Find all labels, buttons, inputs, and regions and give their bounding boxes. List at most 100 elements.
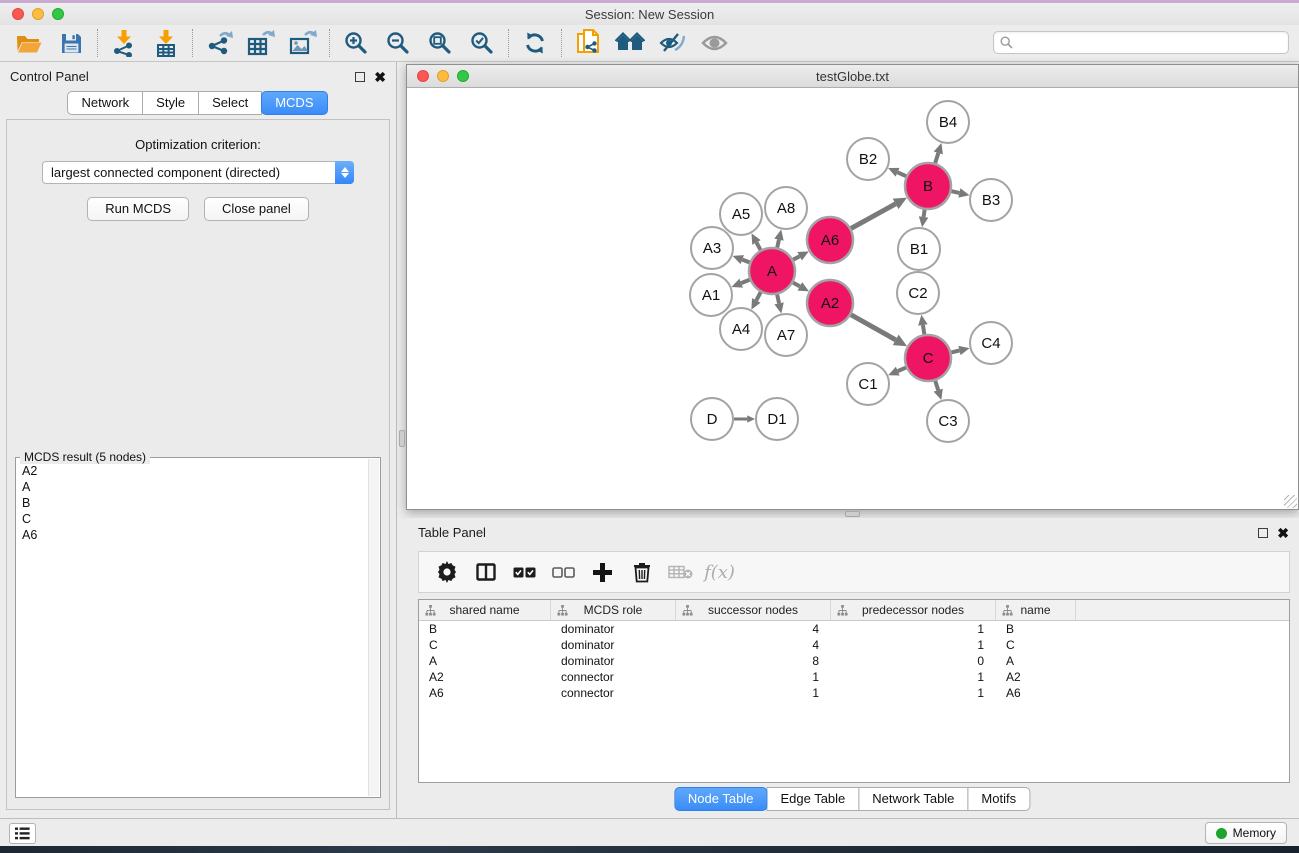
zoom-out-button[interactable] — [377, 27, 419, 59]
column-header-predecessor-nodes[interactable]: predecessor nodes — [831, 600, 996, 620]
graph-edge-A6-B[interactable] — [851, 198, 907, 229]
graph-node-A3[interactable]: A3 — [691, 227, 733, 269]
table-cell[interactable]: connector — [551, 670, 676, 684]
graph-edge-C-C4[interactable] — [951, 346, 969, 355]
table-cell[interactable]: A2 — [996, 670, 1076, 684]
graph-node-D1[interactable]: D1 — [756, 398, 798, 440]
deselect-all-button[interactable] — [544, 555, 583, 589]
graph-node-A8[interactable]: A8 — [765, 187, 807, 229]
vertical-split-handle[interactable] — [399, 430, 405, 447]
duplicate-network-button[interactable] — [567, 27, 609, 59]
graph-node-D[interactable]: D — [691, 398, 733, 440]
graph-edge-A-A8[interactable] — [774, 229, 783, 247]
graph-node-B1[interactable]: B1 — [898, 228, 940, 270]
graph-edge-C-C3[interactable] — [934, 381, 943, 400]
column-header-successor-nodes[interactable]: successor nodes — [676, 600, 831, 620]
zoom-in-button[interactable] — [335, 27, 377, 59]
open-session-button[interactable] — [8, 27, 50, 59]
run-mcds-button[interactable]: Run MCDS — [87, 197, 189, 221]
graph-edge-C-C2[interactable] — [918, 315, 927, 335]
graph-node-B4[interactable]: B4 — [927, 101, 969, 143]
delete-table-button[interactable] — [661, 555, 700, 589]
tab-motifs[interactable]: Motifs — [967, 787, 1030, 811]
graph-node-B2[interactable]: B2 — [847, 138, 889, 180]
column-header-MCDS-role[interactable]: MCDS role — [551, 600, 676, 620]
table-cell[interactable]: 1 — [831, 638, 996, 652]
graph-edge-B-B1[interactable] — [919, 210, 929, 227]
graph-node-B3[interactable]: B3 — [970, 179, 1012, 221]
close-panel-icon[interactable]: ✖ — [374, 72, 386, 82]
table-cell[interactable]: connector — [551, 686, 676, 700]
horizontal-split-handle[interactable] — [845, 511, 860, 517]
table-cell[interactable]: C — [996, 638, 1076, 652]
result-item[interactable]: A2 — [17, 464, 368, 480]
graph-node-C3[interactable]: C3 — [927, 400, 969, 442]
tab-network[interactable]: Network — [67, 91, 143, 115]
export-image-button[interactable] — [282, 27, 324, 59]
graph-node-A[interactable]: A — [749, 248, 795, 294]
graph-node-A4[interactable]: A4 — [720, 308, 762, 350]
table-cell[interactable]: 8 — [676, 654, 831, 668]
graph-node-A7[interactable]: A7 — [765, 314, 807, 356]
graph-edge-D-D1[interactable] — [734, 415, 755, 422]
table-row[interactable]: Cdominator41C — [419, 637, 1289, 653]
table-cell[interactable]: A6 — [419, 686, 551, 700]
table-cell[interactable]: 4 — [676, 622, 831, 636]
result-item[interactable]: B — [17, 496, 368, 512]
graph-edge-A2-C[interactable] — [851, 315, 907, 347]
memory-button[interactable]: Memory — [1205, 822, 1287, 844]
home-pair-button[interactable] — [609, 27, 651, 59]
zoom-selected-button[interactable] — [461, 27, 503, 59]
tab-network-table[interactable]: Network Table — [858, 787, 968, 811]
graph-edge-A-A2[interactable] — [793, 282, 809, 291]
close-table-panel-icon[interactable]: ✖ — [1277, 528, 1289, 538]
show-graphics-details-button[interactable] — [693, 27, 735, 59]
tab-style[interactable]: Style — [142, 91, 199, 115]
tab-edge-table[interactable]: Edge Table — [766, 787, 859, 811]
select-all-button[interactable] — [505, 555, 544, 589]
graph-edge-B-B4[interactable] — [934, 143, 943, 163]
import-network-button[interactable] — [103, 27, 145, 59]
table-cell[interactable]: A — [419, 654, 551, 668]
tab-select[interactable]: Select — [198, 91, 262, 115]
table-cell[interactable]: 1 — [676, 670, 831, 684]
table-cell[interactable]: 1 — [676, 686, 831, 700]
table-row[interactable]: A6connector11A6 — [419, 685, 1289, 701]
result-scrollbar[interactable] — [368, 459, 379, 796]
table-cell[interactable]: 1 — [831, 670, 996, 684]
import-table-button[interactable] — [145, 27, 187, 59]
graph-edge-A-A3[interactable] — [733, 255, 750, 264]
table-cell[interactable]: 1 — [831, 686, 996, 700]
task-history-button[interactable] — [9, 823, 36, 844]
graph-node-A1[interactable]: A1 — [690, 274, 732, 316]
column-header-shared-name[interactable]: shared name — [419, 600, 551, 620]
table-cell[interactable]: B — [996, 622, 1076, 636]
save-session-button[interactable] — [50, 27, 92, 59]
table-row[interactable]: Adominator80A — [419, 653, 1289, 669]
table-cell[interactable]: C — [419, 638, 551, 652]
table-cell[interactable]: A — [996, 654, 1076, 668]
criterion-dropdown[interactable]: largest connected component (directed) — [42, 161, 354, 184]
result-item[interactable]: A — [17, 480, 368, 496]
table-cell[interactable]: dominator — [551, 654, 676, 668]
graph-edge-C-C1[interactable] — [888, 367, 906, 376]
result-item[interactable]: C — [17, 512, 368, 528]
graph-edge-A-A6[interactable] — [793, 251, 809, 260]
graph-edge-A-A7[interactable] — [774, 294, 783, 313]
graph-edge-B-B3[interactable] — [951, 188, 969, 197]
table-settings-button[interactable] — [427, 555, 466, 589]
table-cell[interactable]: A2 — [419, 670, 551, 684]
table-cell[interactable]: B — [419, 622, 551, 636]
network-canvas[interactable]: B4B2BB3A8A5A6A3B1AC2A1A2A4A7C4CC1DC3D1 — [407, 89, 1298, 509]
table-row[interactable]: A2connector11A2 — [419, 669, 1289, 685]
table-cell[interactable]: dominator — [551, 622, 676, 636]
result-item[interactable]: A6 — [17, 528, 368, 544]
refresh-button[interactable] — [514, 27, 556, 59]
graph-edge-B-B2[interactable] — [888, 168, 906, 177]
table-cell[interactable]: 1 — [831, 622, 996, 636]
split-view-button[interactable] — [466, 555, 505, 589]
graph-edge-A-A5[interactable] — [752, 233, 761, 250]
table-cell[interactable]: 4 — [676, 638, 831, 652]
add-column-button[interactable] — [583, 555, 622, 589]
column-header-name[interactable]: name — [996, 600, 1076, 620]
